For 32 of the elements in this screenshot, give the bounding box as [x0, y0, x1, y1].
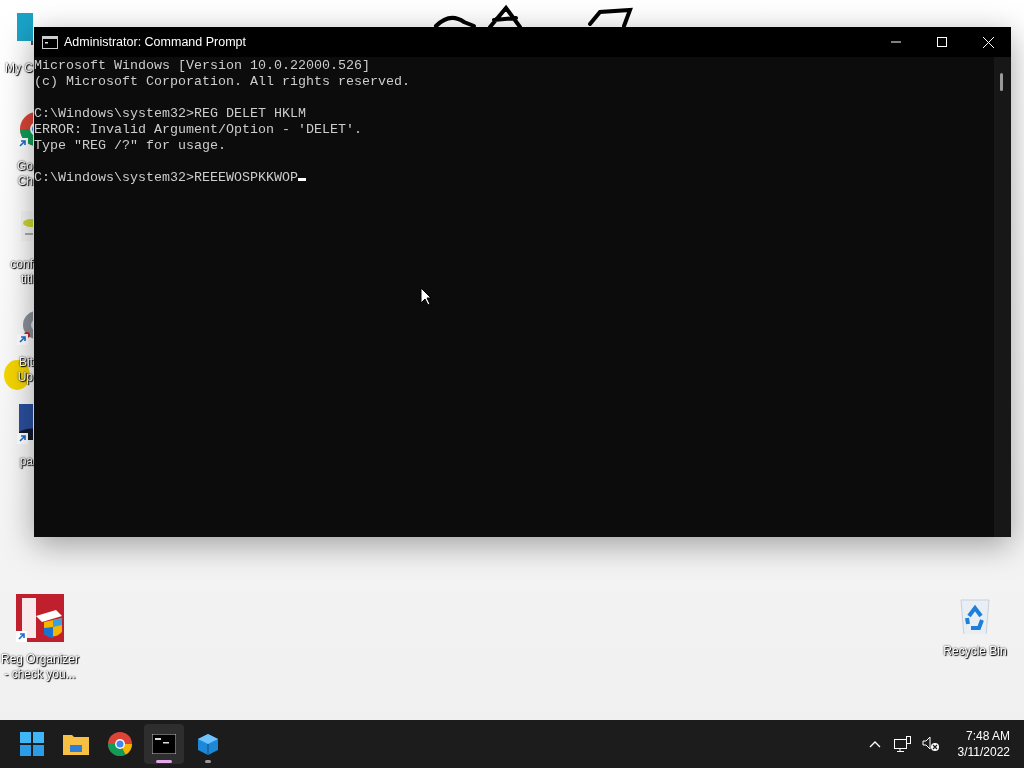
cube-icon: [197, 732, 219, 756]
icon-label: Go: [17, 159, 33, 174]
console-line: ERROR: Invalid Argument/Option - 'DELET'.: [34, 122, 363, 138]
clock[interactable]: 7:48 AM 3/11/2022: [947, 728, 1010, 760]
taskbar-button[interactable]: [144, 724, 184, 764]
icon-label: Recycle Bin: [943, 644, 1007, 659]
console-line: Microsoft Windows [Version 10.0.22000.526]: [34, 58, 371, 74]
window-title: Administrator: Command Prompt: [64, 35, 247, 49]
console-line: (c) Microsoft Corporation. All rights reserved.: [34, 74, 411, 90]
scrollbar[interactable]: [994, 57, 1011, 537]
console-line: Type "REG /?" for usage.: [34, 138, 227, 154]
scrollbar-thumb[interactable]: [1000, 73, 1003, 91]
icon-label: Bit: [19, 355, 33, 370]
icon-label: pa: [19, 454, 33, 469]
icon-label: - check you...: [4, 667, 76, 682]
desktop-icon[interactable]: [17, 404, 33, 444]
icon-label: My C: [5, 61, 33, 76]
folder-icon: [63, 733, 89, 755]
windows-logo-icon: [20, 732, 44, 756]
terminal-icon: [42, 35, 58, 49]
terminal-icon: [152, 734, 176, 754]
icon-label: titl: [21, 272, 33, 287]
desktop-icon[interactable]: [16, 594, 64, 642]
mouse-pointer-icon: [420, 287, 432, 306]
icon-label: conf: [10, 257, 33, 272]
console-line: C:\Windows\system32>REG DELET HKLM: [34, 106, 307, 122]
maximize-icon: [937, 37, 947, 47]
close-icon: [982, 36, 994, 48]
icon-label: Reg Organizer: [0, 652, 79, 667]
console-line: C:\Windows\system32>REEEWOSPKKWOP: [34, 170, 994, 186]
chrome-logo-icon: [108, 732, 132, 756]
icon-label: Ch: [17, 174, 33, 189]
